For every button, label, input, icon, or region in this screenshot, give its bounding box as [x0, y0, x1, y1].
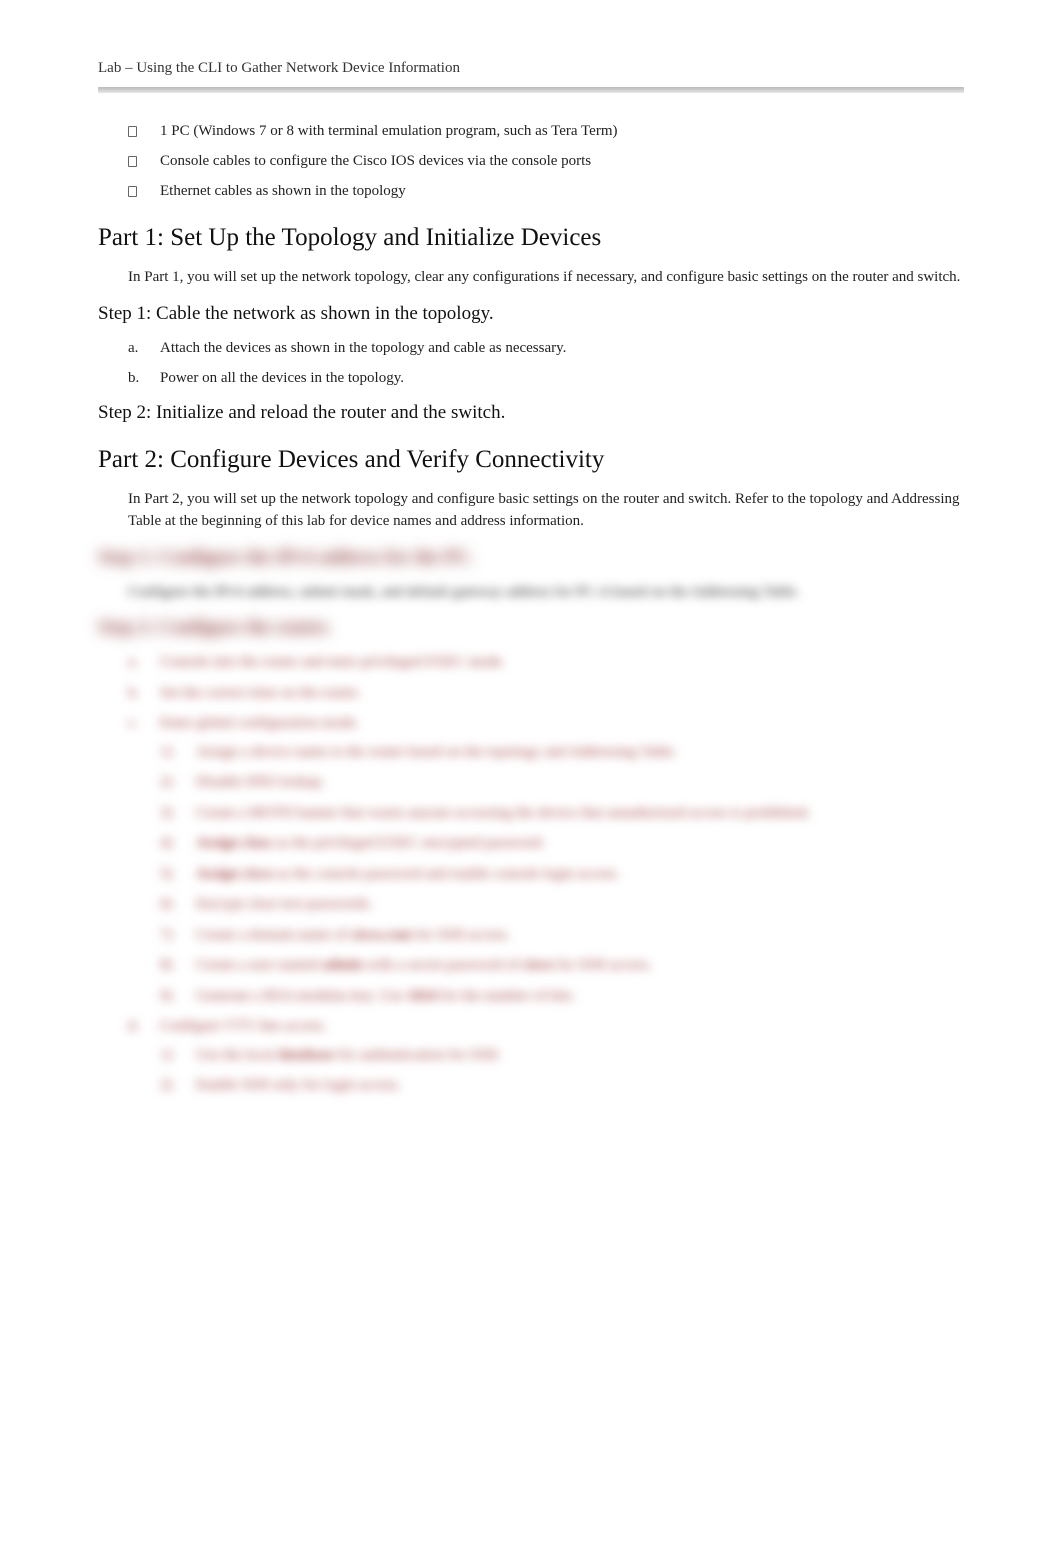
item-marker: a.	[128, 651, 138, 674]
item-marker: b.	[128, 367, 139, 390]
part1-step1-list: a. Attach the devices as shown in the to…	[128, 337, 964, 390]
item-text: Attach the devices as shown in the topol…	[160, 340, 566, 356]
sub-marker: 1)	[160, 741, 173, 764]
part2-step1-heading: Step 1: Configure the IPv4 address for t…	[98, 547, 964, 569]
list-item: 1) Assign a device name to the router bas…	[160, 741, 964, 764]
sub-marker: 2)	[160, 771, 173, 794]
list-item: 3) Create a MOTD banner that warns anyone…	[160, 802, 964, 825]
part2-intro: In Part 2, you will set up the network t…	[128, 488, 964, 533]
sub-text: Assign class as the privileged EXEC encr…	[196, 835, 545, 851]
list-item: d. Configure VTY line access. 1) Use the …	[128, 1015, 964, 1097]
list-item: 6) Encrypt clear text passwords.	[160, 893, 964, 916]
sub-text: Create a user named admin with a secret …	[196, 957, 652, 973]
item-marker: d.	[128, 1015, 139, 1038]
part2-step1-text: Configure the IPv4 address, subnet mask,…	[128, 581, 964, 604]
sub-list: 1) Use the local database for authenticat…	[160, 1044, 964, 1097]
list-item: c. Enter global configuration mode. 1) As…	[128, 712, 964, 1007]
part2-step2-heading: Step 2: Configure the router.	[98, 617, 964, 639]
header-divider	[98, 87, 964, 93]
list-item: Ethernet cables as shown in the topology	[122, 181, 964, 203]
sub-list: 1) Assign a device name to the router bas…	[160, 741, 964, 1008]
sub-marker: 5)	[160, 863, 173, 886]
equipment-list: 1 PC (Windows 7 or 8 with terminal emula…	[122, 121, 964, 202]
part1-heading: Part 1: Set Up the Topology and Initiali…	[98, 224, 964, 252]
sub-marker: 2)	[160, 1074, 173, 1097]
list-item: 7) Create a domain name of cisco.com for …	[160, 924, 964, 947]
part2-step2-list: a. Console into the router and enter pri…	[128, 651, 964, 1097]
sub-marker: 3)	[160, 802, 173, 825]
list-item: 5) Assign cisco as the console password a…	[160, 863, 964, 886]
list-item: a. Console into the router and enter pri…	[128, 651, 964, 674]
sub-text: Assign cisco as the console password and…	[196, 866, 620, 882]
sub-marker: 8)	[160, 954, 173, 977]
sub-text: Create a domain name of cisco.com for SS…	[196, 927, 510, 943]
part1-intro: In Part 1, you will set up the network t…	[128, 266, 964, 289]
part2-heading: Part 2: Configure Devices and Verify Con…	[98, 446, 964, 474]
list-item: Console cables to configure the Cisco IO…	[122, 151, 964, 173]
list-item: 2) Enable SSH only for login access.	[160, 1074, 964, 1097]
item-marker: a.	[128, 337, 138, 360]
part1-step1-heading: Step 1: Cable the network as shown in th…	[98, 303, 964, 325]
blurred-content: Step 1: Configure the IPv4 address for t…	[98, 547, 964, 1097]
lab-header-title: Lab – Using the CLI to Gather Network De…	[98, 60, 964, 77]
list-item: 1) Use the local database for authenticat…	[160, 1044, 964, 1067]
item-marker: b.	[128, 682, 139, 705]
item-text: Console into the router and enter privil…	[160, 654, 505, 670]
sub-marker: 4)	[160, 832, 173, 855]
list-item: 9) Generate a RSA modulus key. Use 1024 f…	[160, 985, 964, 1008]
list-item: b. Set the correct time on the router.	[128, 682, 964, 705]
item-text: Configure VTY line access.	[160, 1018, 327, 1034]
item-text: Enter global configuration mode.	[160, 715, 359, 731]
sub-marker: 7)	[160, 924, 173, 947]
sub-text: Disable DNS lookup.	[196, 774, 325, 790]
sub-text: Enable SSH only for login access.	[196, 1077, 401, 1093]
sub-text: Use the local database for authenticatio…	[196, 1047, 501, 1063]
list-item: b. Power on all the devices in the topol…	[128, 367, 964, 390]
sub-marker: 1)	[160, 1044, 173, 1067]
part1-step2-heading: Step 2: Initialize and reload the router…	[98, 402, 964, 424]
sub-marker: 6)	[160, 893, 173, 916]
list-item: 4) Assign class as the privileged EXEC en…	[160, 832, 964, 855]
list-item: a. Attach the devices as shown in the to…	[128, 337, 964, 360]
sub-text: Assign a device name to the router based…	[196, 744, 677, 760]
list-item: 1 PC (Windows 7 or 8 with terminal emula…	[122, 121, 964, 143]
sub-marker: 9)	[160, 985, 173, 1008]
sub-text: Generate a RSA modulus key. Use 1024 for…	[196, 988, 575, 1004]
item-text: Set the correct time on the router.	[160, 685, 360, 701]
item-text: Power on all the devices in the topology…	[160, 370, 404, 386]
list-item: 8) Create a user named admin with a secre…	[160, 954, 964, 977]
item-marker: c.	[128, 712, 138, 735]
list-item: 2) Disable DNS lookup.	[160, 771, 964, 794]
sub-text: Encrypt clear text passwords.	[196, 896, 373, 912]
sub-text: Create a MOTD banner that warns anyone a…	[196, 805, 810, 821]
